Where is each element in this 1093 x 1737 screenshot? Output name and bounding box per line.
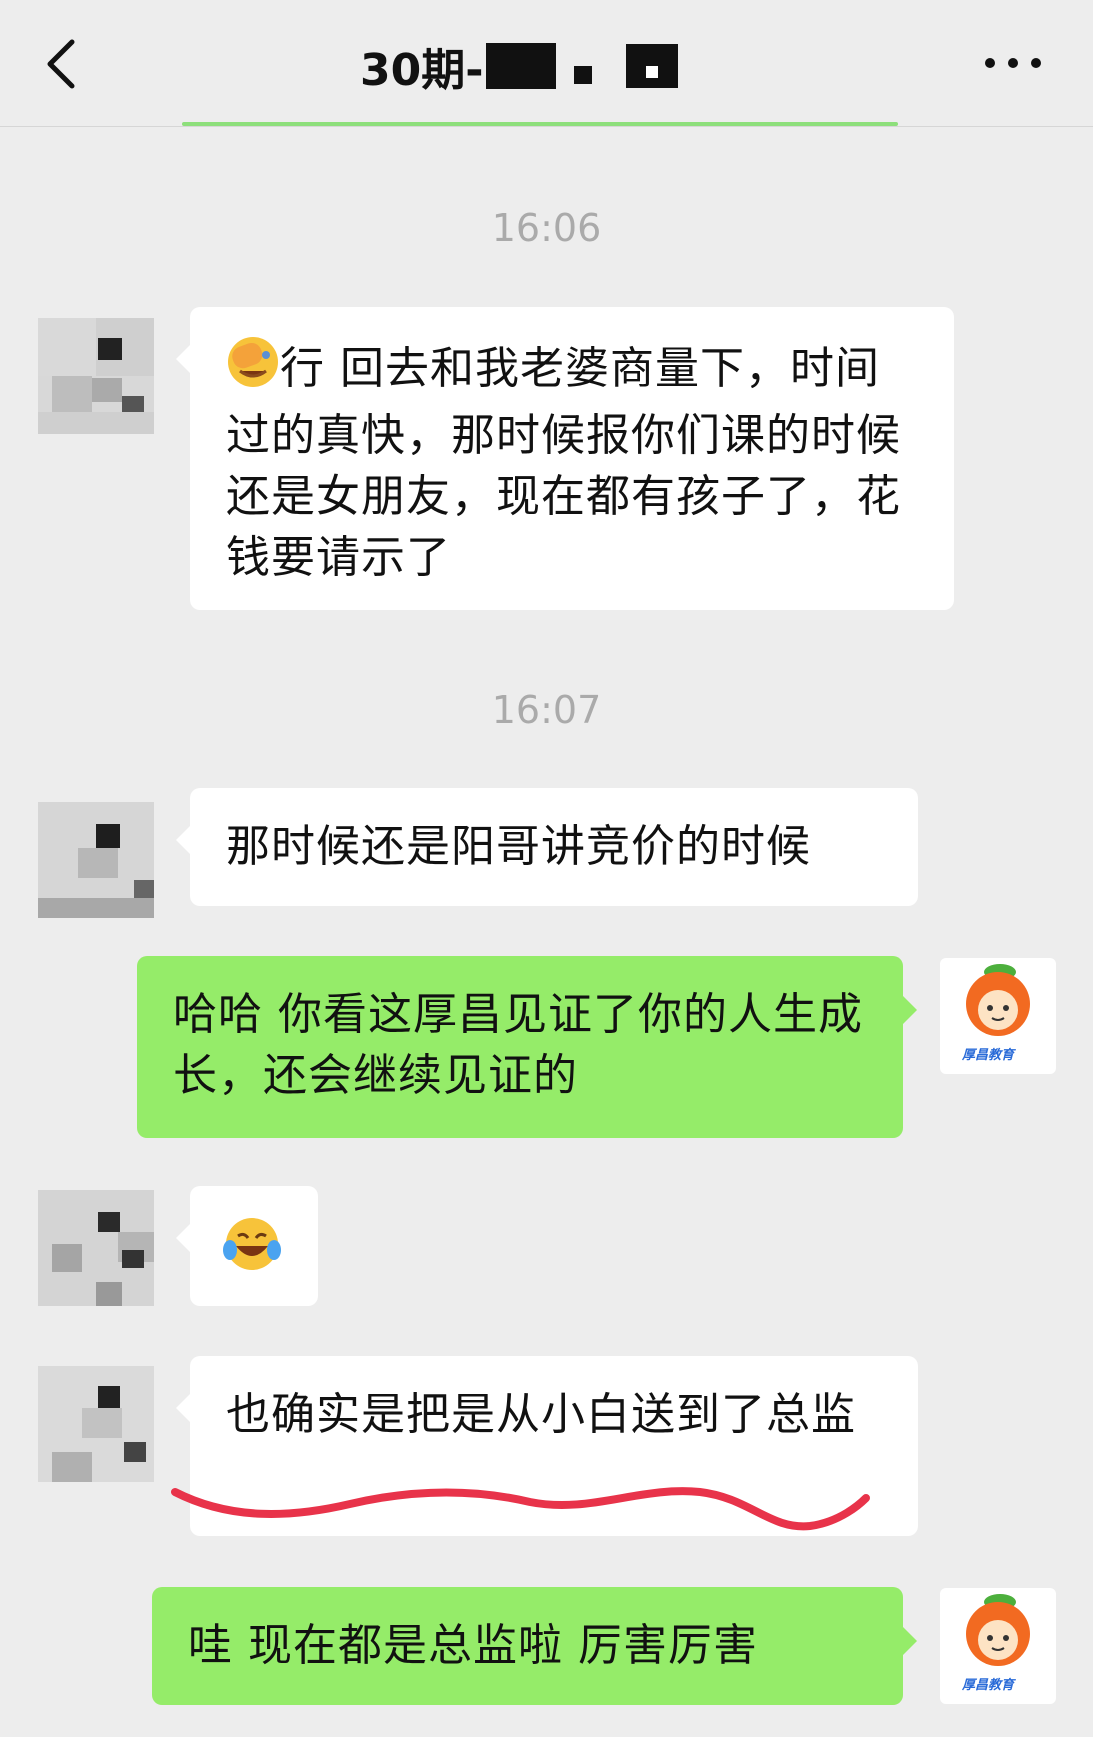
avatar[interactable] <box>38 1190 154 1306</box>
avatar[interactable] <box>38 802 154 918</box>
brand-logo-text: 厚昌教育 <box>962 1678 1015 1693</box>
more-options-button[interactable] <box>985 53 1041 73</box>
tears-of-joy-emoji <box>222 1214 282 1290</box>
brand-avatar[interactable]: 厚昌教育 <box>940 1588 1056 1704</box>
message-bubble[interactable] <box>176 1186 318 1306</box>
redacted-block <box>625 44 678 88</box>
message-text: 哇 现在都是总监啦 厉害厉害 <box>188 1620 758 1671</box>
more-dots-icon <box>1008 58 1018 68</box>
message-bubble[interactable]: 行 回去和我老婆商量下，时间过的真快，那时候报你们课的时候还是女朋友，现在都有孩… <box>176 307 954 610</box>
brand-avatar[interactable]: 厚昌教育 <box>940 958 1056 1074</box>
orange-mascot-icon <box>966 964 1030 1036</box>
chat-title: 30期- <box>360 45 484 96</box>
timestamp: 16:07 <box>491 688 602 732</box>
pinned-message-indicator <box>182 122 898 126</box>
timestamp: 16:06 <box>491 206 602 250</box>
message-text: 哈哈 你看这厚昌见证了你的人生成长，还会继续见证的 <box>173 989 863 1101</box>
message-bubble-sent[interactable]: 哇 现在都是总监啦 厉害厉害 <box>152 1587 917 1705</box>
chat-title-area: 30期- <box>360 36 678 96</box>
chat-header: 30期- <box>0 0 1093 127</box>
redacted-block <box>573 66 592 84</box>
message-text: 行 回去和我老婆商量下，时间过的真快，那时候报你们课的时候还是女朋友，现在都有孩… <box>226 343 901 583</box>
message-text: 也确实是把是从小白送到了总监 <box>226 1389 856 1440</box>
more-dots-icon <box>985 58 995 68</box>
avatar[interactable] <box>38 318 154 434</box>
more-dots-icon <box>1031 58 1041 68</box>
redacted-block <box>485 43 556 89</box>
red-underline-annotation <box>171 1487 870 1531</box>
avatar[interactable] <box>38 1366 154 1482</box>
orange-mascot-icon <box>966 1594 1030 1666</box>
face-palm-emoji <box>226 335 280 405</box>
back-button[interactable] <box>40 36 90 92</box>
message-bubble-sent[interactable]: 哈哈 你看这厚昌见证了你的人生成长，还会继续见证的 <box>137 956 917 1138</box>
chevron-left-icon <box>47 39 75 89</box>
brand-logo-text: 厚昌教育 <box>962 1048 1015 1063</box>
message-bubble[interactable]: 那时候还是阳哥讲竞价的时候 <box>176 788 918 906</box>
message-text: 那时候还是阳哥讲竞价的时候 <box>226 821 811 872</box>
